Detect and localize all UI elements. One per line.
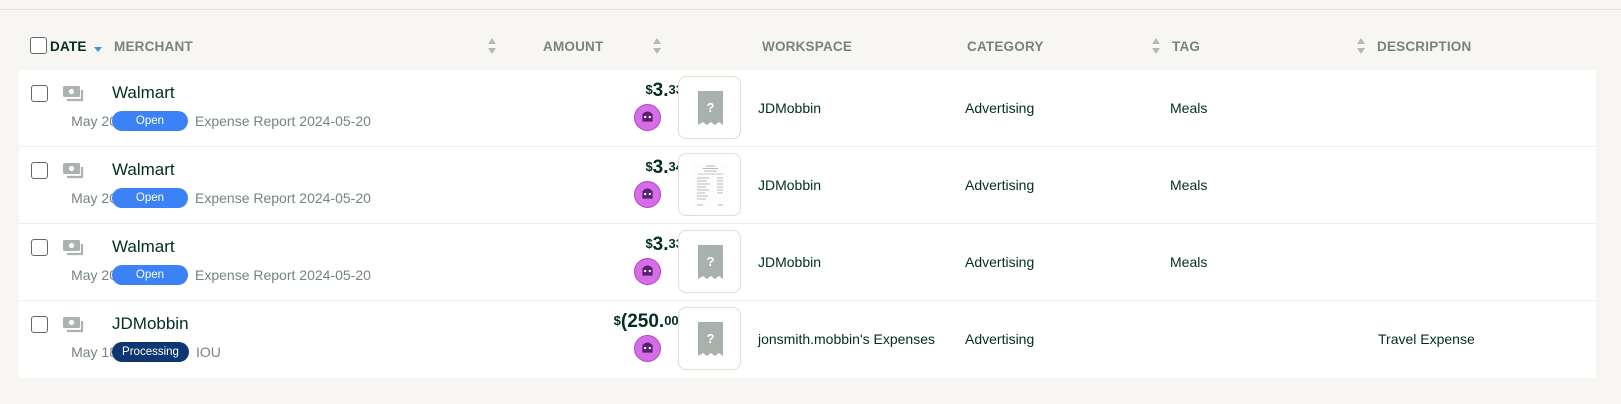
purple-avatar-icon[interactable] [634,181,661,208]
row-checkbox[interactable] [31,316,48,333]
tag-name: Meals [1170,100,1208,116]
merchant-name: Walmart [112,160,175,179]
column-header-tag[interactable]: TAG [1172,28,1200,64]
row-checkbox[interactable] [31,162,48,179]
svg-text:?: ? [707,331,715,346]
cash-expense-icon [63,86,84,102]
report-name[interactable]: Expense Report 2024-05-20 [195,190,371,206]
expense-table-body: May 20 Walmart Open Expense Report 2024-… [19,70,1596,378]
amount-main: 3. [652,157,669,178]
receipt-image-icon [693,162,728,210]
column-header-description[interactable]: DESCRIPTION [1377,28,1471,64]
receipt-placeholder-icon: ? [698,91,723,125]
row-checkbox[interactable] [31,85,48,102]
status-badge: Open [112,111,188,131]
svg-text:?: ? [707,254,715,269]
table-row[interactable]: May 20 Walmart Open Expense Report 2024-… [19,147,1596,224]
amount-currency: $ [645,236,653,251]
column-header-amount[interactable]: AMOUNT [543,28,603,64]
status-badge: Open [112,188,188,208]
report-name[interactable]: IOU [196,344,221,360]
amount-currency: $ [645,82,653,97]
column-header-merchant-label: MERCHANT [114,38,193,54]
cash-expense-icon [63,317,84,333]
merchant-name: Walmart [112,237,175,256]
amount-currency: $ [645,159,653,174]
column-header-category-label: CATEGORY [967,38,1044,54]
sort-arrows-icon[interactable] [487,37,497,55]
cash-expense-icon [63,163,84,179]
column-header-date[interactable]: DATE [50,28,103,64]
column-header-description-label: DESCRIPTION [1377,38,1472,54]
column-header-tag-label: TAG [1172,38,1201,54]
cash-expense-icon [63,240,84,256]
sort-descending-icon [93,47,102,52]
top-divider [0,9,1621,10]
merchant-name: JDMobbin [112,314,189,333]
category-name: Advertising [965,100,1035,116]
workspace-name: JDMobbin [758,177,822,193]
description-text: Travel Expense [1378,331,1475,347]
receipt-placeholder-icon: ? [698,245,723,279]
column-header-workspace[interactable]: WORKSPACE [762,28,852,64]
expense-date: May 20 [71,113,117,129]
column-header-category[interactable]: CATEGORY [967,28,1044,64]
expense-amount: $ (250. 00) [614,311,683,333]
svg-text:?: ? [707,100,715,115]
table-row[interactable]: May 20 Walmart Open Expense Report 2024-… [19,224,1596,301]
column-header-workspace-label: WORKSPACE [762,38,853,54]
table-header: DATE MERCHANT AMOUNT WORKSPACE CATEGORY … [19,28,1596,64]
expense-date: May 18 [71,344,117,360]
receipt-thumbnail[interactable] [678,153,741,216]
purple-avatar-icon[interactable] [634,258,661,285]
tag-name: Meals [1170,254,1208,270]
receipt-thumbnail[interactable]: ? [678,230,741,293]
category-name: Advertising [965,177,1035,193]
receipt-thumbnail[interactable]: ? [678,76,741,139]
amount-main: 3. [652,80,669,101]
status-badge: Open [112,265,188,285]
sort-arrows-icon[interactable] [652,37,662,55]
sort-arrows-icon[interactable] [1151,37,1161,55]
purple-avatar-icon[interactable] [634,335,661,362]
column-header-amount-label: AMOUNT [543,38,604,54]
status-badge: Processing [112,342,189,362]
table-row[interactable]: May 18 JDMobbin Processing IOU $ (250. 0… [19,301,1596,378]
table-row[interactable]: May 20 Walmart Open Expense Report 2024-… [19,70,1596,147]
tag-name: Meals [1170,177,1208,193]
report-name[interactable]: Expense Report 2024-05-20 [195,267,371,283]
workspace-name: JDMobbin [758,100,822,116]
column-header-date-label: DATE [50,38,87,54]
workspace-name: jonsmith.mobbin's Expenses [758,331,935,347]
column-header-merchant[interactable]: MERCHANT [114,28,193,64]
amount-main: (250. [620,311,665,332]
report-name[interactable]: Expense Report 2024-05-20 [195,113,371,129]
expense-date: May 20 [71,190,117,206]
expense-date: May 20 [71,267,117,283]
receipt-placeholder-icon: ? [698,322,723,356]
row-checkbox[interactable] [31,239,48,256]
amount-main: 3. [652,234,669,255]
category-name: Advertising [965,331,1035,347]
receipt-thumbnail[interactable]: ? [678,307,741,370]
category-name: Advertising [965,254,1035,270]
purple-avatar-icon[interactable] [634,104,661,131]
select-all-checkbox[interactable] [30,37,47,54]
workspace-name: JDMobbin [758,254,822,270]
amount-currency: $ [613,313,621,328]
merchant-name: Walmart [112,83,175,102]
sort-arrows-icon[interactable] [1356,37,1366,55]
